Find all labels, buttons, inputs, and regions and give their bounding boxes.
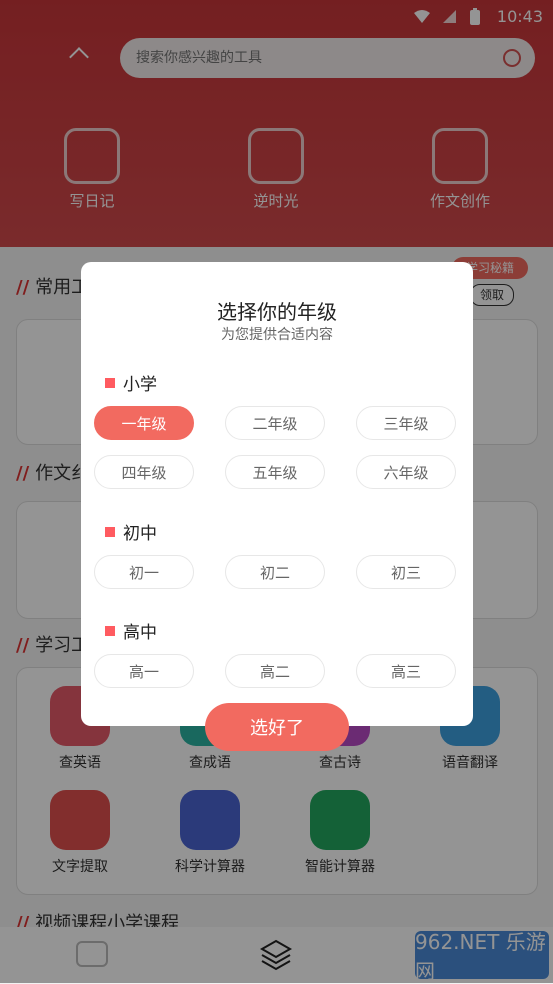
grade-chip-middle-2[interactable]: 初二 [225,555,325,589]
grade-chip-3[interactable]: 三年级 [356,406,456,440]
grade-chip-5[interactable]: 五年级 [225,455,325,489]
grade-chip-high-3[interactable]: 高三 [356,654,456,688]
group-marker-icon [105,625,115,636]
dialog-subtitle: 为您提供合适内容 [221,327,333,343]
grade-select-dialog: 选择你的年级 为您提供合适内容 小学 一年级 二年级 三年级 四年级 五年级 六… [81,262,473,726]
grade-chip-6[interactable]: 六年级 [356,455,456,489]
grade-chip-high-2[interactable]: 高二 [225,654,325,688]
group-marker-icon [105,377,115,388]
group-label-high: 高中 [105,618,157,643]
group-label-primary: 小学 [105,370,157,395]
grade-chip-2[interactable]: 二年级 [225,406,325,440]
grade-chip-high-1[interactable]: 高一 [94,654,194,688]
grade-chip-middle-3[interactable]: 初三 [356,555,456,589]
grade-chip-4[interactable]: 四年级 [94,455,194,489]
dialog-title: 选择你的年级 [217,300,337,324]
grade-chip-1[interactable]: 一年级 [94,406,194,440]
confirm-button[interactable]: 选好了 [205,703,349,751]
group-marker-icon [105,526,115,537]
grade-chip-middle-1[interactable]: 初一 [94,555,194,589]
group-label-middle: 初中 [105,519,157,544]
